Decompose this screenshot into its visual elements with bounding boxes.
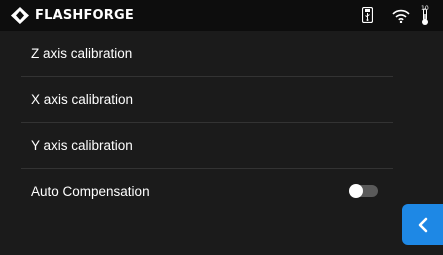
menu-item-auto-compensation: Auto Compensation (21, 169, 393, 214)
menu-item-y-axis-calibration[interactable]: Y axis calibration (21, 123, 393, 169)
menu-item-z-axis-calibration[interactable]: Z axis calibration (21, 31, 393, 77)
brand-name: FLASHFORGE (35, 8, 134, 23)
menu-item-x-axis-calibration[interactable]: X axis calibration (21, 77, 393, 123)
thermometer-icon (422, 8, 428, 25)
menu-item-label: Y axis calibration (31, 138, 133, 153)
status-icons: 10 (343, 0, 443, 31)
menu-item-label: X axis calibration (31, 92, 134, 107)
back-button[interactable] (402, 204, 443, 245)
menu-item-label: Auto Compensation (31, 184, 150, 199)
status-bar: FLASHFORGE 10 (0, 0, 443, 31)
brand-logo: FLASHFORGE (11, 7, 134, 24)
calibration-menu: Z axis calibration X axis calibration Y … (21, 31, 393, 214)
wifi-icon (392, 9, 410, 23)
auto-compensation-toggle[interactable] (349, 184, 378, 198)
menu-item-label: Z axis calibration (31, 46, 133, 61)
chevron-left-icon (418, 217, 427, 232)
toggle-knob (349, 184, 363, 198)
usb-icon (362, 7, 373, 23)
flashforge-logo-icon (11, 7, 29, 24)
